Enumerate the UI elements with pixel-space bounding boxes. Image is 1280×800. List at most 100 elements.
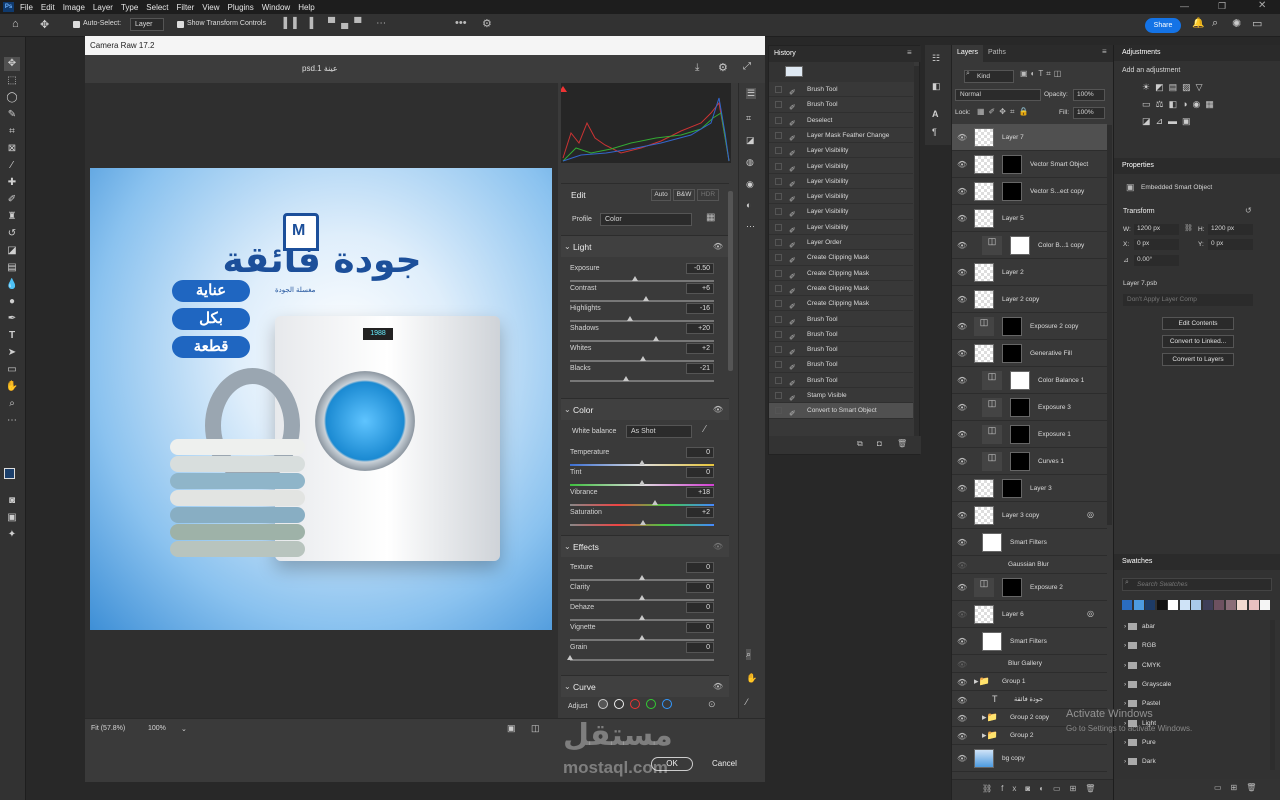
dodge-tool-icon[interactable]: ● bbox=[4, 295, 20, 309]
swatches-scrollbar[interactable] bbox=[1270, 620, 1275, 770]
layer-mask-thumbnail[interactable] bbox=[1002, 155, 1022, 174]
swatch-folder[interactable]: › CMYK bbox=[1124, 661, 1161, 669]
layer-action-icons[interactable]: ⛓fx◙◐▭⊞🗑 bbox=[982, 784, 1104, 793]
crop-icon[interactable]: ⌗ bbox=[746, 113, 751, 124]
slider-handle[interactable] bbox=[640, 356, 647, 361]
slider-value-field[interactable]: -16 bbox=[686, 303, 714, 314]
history-item[interactable]: ✐ Brush Tool bbox=[769, 373, 913, 388]
home-icon[interactable]: ⌂ bbox=[12, 18, 19, 30]
visibility-eye-icon[interactable]: 👁 bbox=[957, 732, 967, 741]
layer-row[interactable]: 👁 Blur Gallery bbox=[952, 655, 1107, 673]
visibility-eye-icon[interactable]: 👁 bbox=[957, 430, 967, 439]
color-swatch[interactable] bbox=[1202, 600, 1213, 610]
history-item[interactable]: ✐ Layer Visibility bbox=[769, 204, 913, 220]
layer-row[interactable]: 👁 Smart Filters bbox=[952, 529, 1107, 556]
menu-filter[interactable]: Filter bbox=[177, 3, 195, 12]
history-item[interactable]: ✐ Layer Visibility bbox=[769, 189, 913, 205]
slider-track[interactable] bbox=[570, 280, 714, 282]
width-field[interactable]: 1200 px bbox=[1134, 224, 1179, 235]
layer-mask-thumbnail[interactable] bbox=[1010, 236, 1030, 255]
fill-field[interactable]: 100% bbox=[1073, 107, 1105, 119]
history-checkbox[interactable] bbox=[775, 116, 782, 124]
transform-controls-checkbox[interactable] bbox=[177, 21, 184, 28]
folder-icon[interactable]: ▸📁 bbox=[974, 676, 990, 687]
eye-icon[interactable]: 👁 bbox=[713, 676, 723, 698]
layer-row[interactable]: 👁 Layer 3 copy ◎ bbox=[952, 502, 1107, 529]
slider-track[interactable] bbox=[570, 380, 714, 382]
stamp-tool-icon[interactable]: ♜ bbox=[4, 210, 20, 224]
menu-window[interactable]: Window bbox=[262, 3, 290, 12]
menu-layer[interactable]: Layer bbox=[93, 3, 113, 12]
auto-select-dropdown[interactable]: Layer bbox=[130, 18, 164, 31]
history-brush-icon[interactable]: ↺ bbox=[4, 227, 20, 241]
curve-green-icon[interactable] bbox=[646, 699, 656, 709]
menu-help[interactable]: Help bbox=[298, 3, 314, 12]
eye-icon[interactable]: 👁 bbox=[713, 236, 723, 258]
layer-row[interactable]: 👁 Vector Smart Object bbox=[952, 151, 1107, 178]
history-checkbox[interactable] bbox=[775, 376, 782, 384]
view-toggle-icon[interactable]: ▣ bbox=[507, 723, 516, 734]
hand-tool-icon[interactable]: ✋ bbox=[4, 380, 20, 394]
bw-button[interactable]: B&W bbox=[673, 189, 695, 201]
history-checkbox[interactable] bbox=[775, 239, 782, 246]
slider-handle[interactable] bbox=[623, 376, 630, 381]
color-swatch[interactable] bbox=[1260, 600, 1270, 610]
layer-row[interactable]: 👁 ◫ Exposure 2 copy bbox=[952, 313, 1107, 340]
history-item[interactable]: ✐ Brush Tool bbox=[769, 97, 913, 113]
blend-mode-dropdown[interactable]: Normal bbox=[955, 89, 1041, 101]
color-swatch[interactable] bbox=[1214, 600, 1224, 610]
cancel-button[interactable]: Cancel bbox=[712, 759, 737, 768]
history-scrollbar[interactable] bbox=[914, 66, 919, 436]
lock-icons[interactable]: ▦✐✥⌗🔒 bbox=[977, 107, 1032, 117]
save-icon[interactable]: ⤓ bbox=[695, 62, 699, 73]
sampler-icon[interactable]: ⁄ bbox=[746, 697, 748, 707]
layer-row[interactable]: 👁 Layer 6 ◎ bbox=[952, 601, 1107, 628]
height-field[interactable]: 1200 px bbox=[1208, 224, 1253, 235]
hdr-button[interactable]: HDR bbox=[697, 189, 719, 201]
more-tools-icon[interactable]: ⋯ bbox=[4, 414, 20, 428]
layer-mask-thumbnail[interactable] bbox=[1002, 578, 1022, 597]
color-swatch[interactable] bbox=[1248, 600, 1259, 610]
before-after-icon[interactable]: ◫ bbox=[531, 723, 540, 734]
zoom-dropdown-icon[interactable]: ⌄ bbox=[181, 725, 187, 733]
menu-image[interactable]: Image bbox=[63, 3, 85, 12]
layer-row[interactable]: 👁 ◫ Exposure 2 bbox=[952, 574, 1107, 601]
visibility-eye-icon[interactable]: 👁 bbox=[957, 610, 967, 619]
visibility-eye-icon[interactable]: 👁 bbox=[957, 637, 967, 646]
menu-plugins[interactable]: Plugins bbox=[228, 3, 254, 12]
blur-tool-icon[interactable]: 💧 bbox=[4, 278, 20, 292]
history-checkbox[interactable] bbox=[775, 346, 782, 354]
opacity-field[interactable]: 100% bbox=[1073, 89, 1105, 101]
y-field[interactable]: 0 px bbox=[1208, 239, 1253, 250]
history-item[interactable]: ✐ Brush Tool bbox=[769, 312, 913, 327]
slider-value-field[interactable]: 0 bbox=[686, 562, 714, 573]
eraser-icon[interactable]: ◪ bbox=[746, 135, 755, 146]
layer-row[interactable]: 👁 Layer 5 bbox=[952, 205, 1107, 232]
slider-handle[interactable] bbox=[651, 500, 658, 505]
panel-menu-icon[interactable]: ≡ bbox=[1102, 47, 1107, 56]
hand-icon[interactable]: ✋ bbox=[746, 673, 757, 684]
curve-section-header[interactable]: ⌄ Curve 👁 bbox=[561, 675, 729, 697]
layer-mask-thumbnail[interactable] bbox=[1010, 371, 1030, 390]
layer-row[interactable]: 👁 ◫ Color B...1 copy bbox=[952, 232, 1107, 259]
visibility-eye-icon[interactable]: 👁 bbox=[957, 484, 967, 493]
visibility-eye-icon[interactable]: 👁 bbox=[957, 160, 967, 169]
eye-icon[interactable]: 👁 bbox=[713, 536, 723, 558]
layer-row[interactable]: 👁 Vector S...ect copy bbox=[952, 178, 1107, 205]
layer-mask-thumbnail[interactable] bbox=[1002, 317, 1022, 336]
slider-value-field[interactable]: +2 bbox=[686, 343, 714, 354]
history-checkbox[interactable] bbox=[775, 269, 782, 277]
eye-icon[interactable]: 👁 bbox=[713, 399, 723, 421]
visibility-eye-icon[interactable]: 👁 bbox=[957, 714, 967, 723]
layers-scrollbar[interactable] bbox=[1107, 125, 1112, 525]
foreground-color-swatch[interactable] bbox=[4, 468, 15, 479]
visibility-eye-icon[interactable]: 👁 bbox=[957, 376, 967, 385]
slider-track[interactable] bbox=[570, 340, 714, 342]
visibility-eye-icon[interactable]: 👁 bbox=[957, 561, 967, 570]
layer-row[interactable]: 👁 T جودة فائقة bbox=[952, 691, 1107, 709]
layer-row[interactable]: 👁 Layer 3 bbox=[952, 475, 1107, 502]
curve-point-white-icon[interactable] bbox=[614, 699, 624, 709]
search-icon[interactable]: ⌕ bbox=[1212, 17, 1218, 30]
curve-red-icon[interactable] bbox=[630, 699, 640, 709]
slider-track[interactable] bbox=[570, 504, 714, 506]
